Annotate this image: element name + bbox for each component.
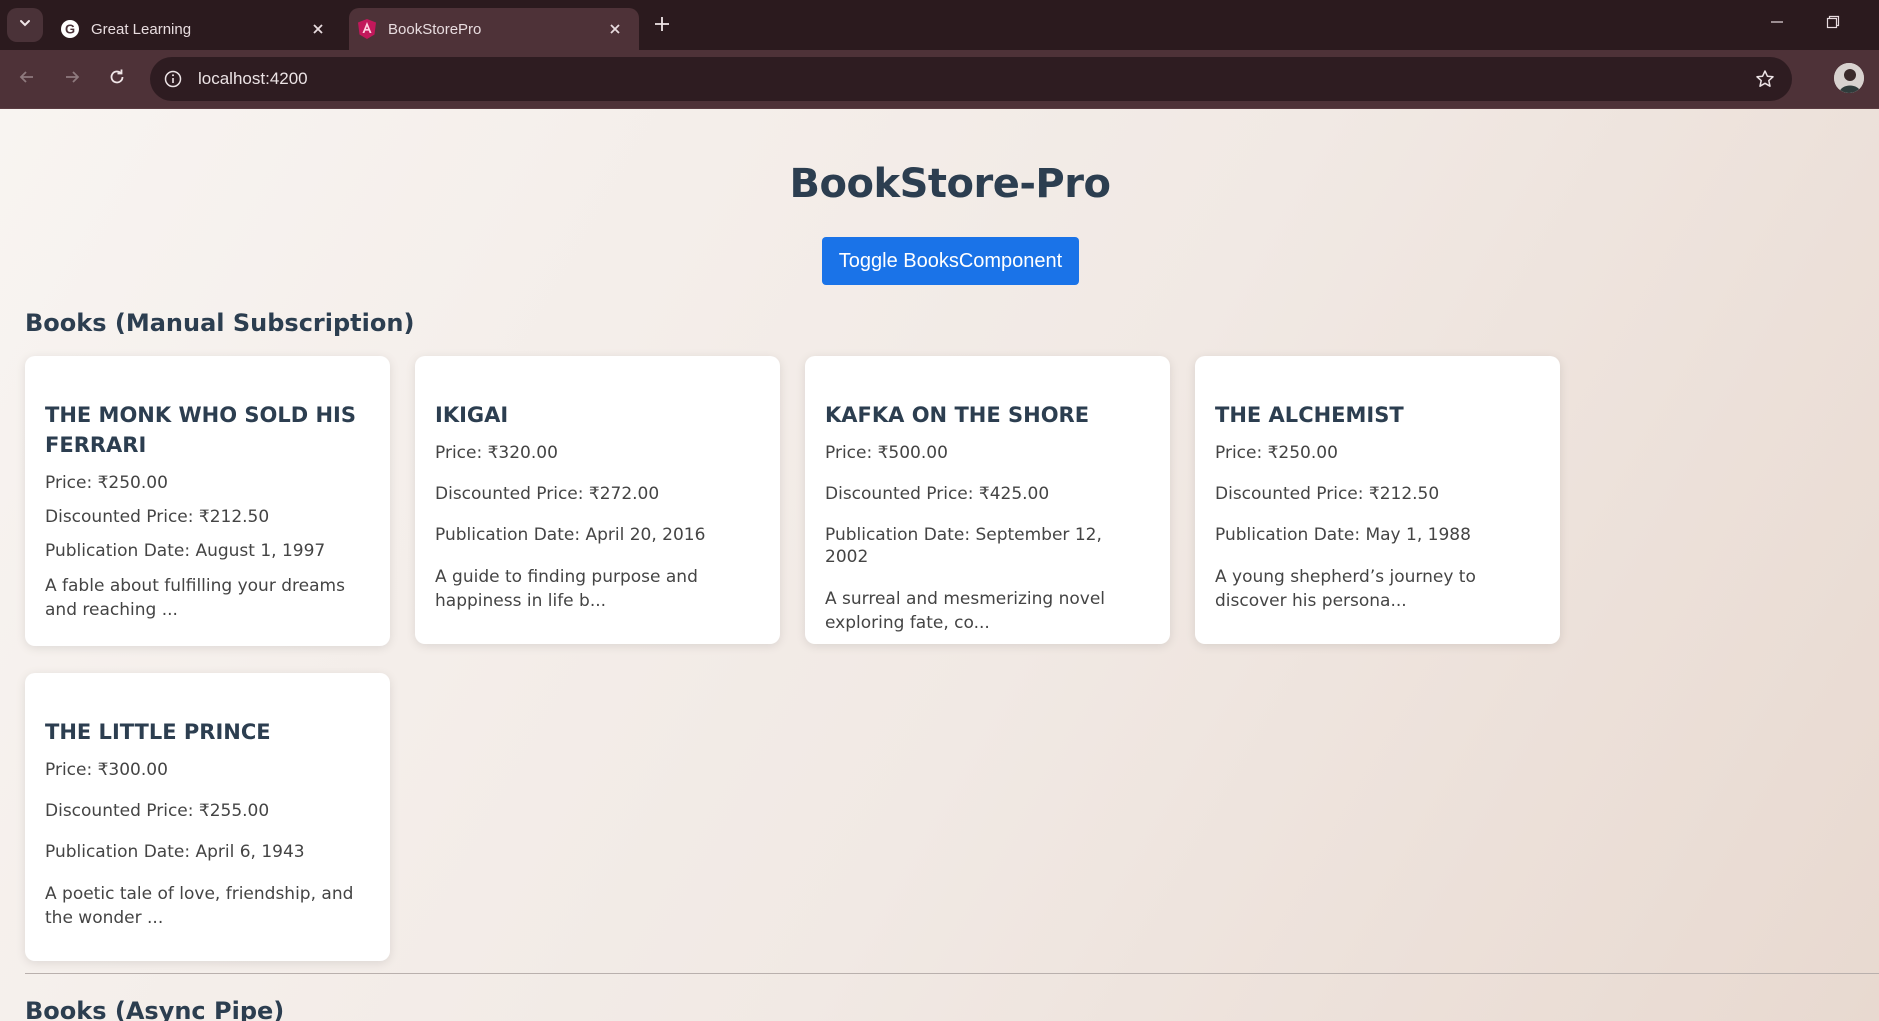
book-card: THE MONK WHO SOLD HIS FERRARI Price: ₹25… <box>25 356 390 646</box>
book-publication-date: Publication Date: August 1, 1997 <box>45 541 326 561</box>
tab-title: Great Learning <box>91 20 192 38</box>
tab-title: BookStorePro <box>388 20 482 38</box>
book-price: Price: ₹320.00 <box>435 443 558 463</box>
section-divider <box>25 973 1879 974</box>
book-title: KAFKA ON THE SHORE <box>825 403 1090 427</box>
book-title: THE LITTLE PRINCE <box>45 720 271 744</box>
book-discounted-price: Discounted Price: ₹425.00 <box>825 484 1050 504</box>
book-publication-date: Publication Date: April 6, 1943 <box>45 842 305 862</box>
book-discounted-price: Discounted Price: ₹212.50 <box>1215 484 1440 504</box>
book-price: Price: ₹300.00 <box>45 760 168 780</box>
book-card: THE ALCHEMIST Price: ₹250.00 Discounted … <box>1195 356 1560 644</box>
book-title: IKIGAI <box>435 403 509 427</box>
page-title: BookStore-Pro <box>789 161 1111 207</box>
minimize-icon <box>1770 15 1784 34</box>
restore-icon <box>1826 15 1840 34</box>
book-title: THE MONK WHO SOLD HIS FERRARI <box>45 403 356 457</box>
forward-button[interactable] <box>55 62 89 96</box>
book-publication-date: Publication Date: September 12, 2002 <box>825 525 1102 567</box>
section-title-async-pipe: Books (Async Pipe) <box>25 997 285 1021</box>
book-description: A poetic tale of love, friendship, and t… <box>45 884 354 928</box>
close-icon[interactable] <box>306 17 330 41</box>
angular-icon <box>357 19 377 39</box>
book-card: IKIGAI Price: ₹320.00 Discounted Price: … <box>415 356 780 644</box>
book-price: Price: ₹250.00 <box>45 473 168 493</box>
book-card: KAFKA ON THE SHORE Price: ₹500.00 Discou… <box>805 356 1170 644</box>
browser-tab-great-learning[interactable]: G Great Learning <box>52 8 342 50</box>
arrow-right-icon <box>63 68 81 91</box>
section-title-manual-subscription: Books (Manual Subscription) <box>25 309 415 337</box>
url-text: localhost:4200 <box>198 69 308 88</box>
address-bar[interactable]: localhost:4200 <box>150 57 1792 101</box>
book-description: A surreal and mesmerizing novel explorin… <box>825 589 1106 633</box>
plus-icon <box>654 16 670 37</box>
new-tab-button[interactable] <box>648 12 676 40</box>
restore-button[interactable] <box>1811 8 1855 40</box>
book-card: THE LITTLE PRINCE Price: ₹300.00 Discoun… <box>25 673 390 961</box>
book-discounted-price: Discounted Price: ₹212.50 <box>45 507 270 527</box>
browser-tabstrip: G Great Learning BookStorePro <box>0 0 1879 50</box>
close-icon[interactable] <box>603 17 627 41</box>
minimize-button[interactable] <box>1755 8 1799 40</box>
page-viewport: BookStore-Pro Toggle BooksComponent Book… <box>0 109 1879 1021</box>
back-button[interactable] <box>10 62 44 96</box>
reload-icon <box>108 68 126 91</box>
book-price: Price: ₹250.00 <box>1215 443 1338 463</box>
profile-avatar[interactable] <box>1834 63 1864 93</box>
bookmark-star-icon[interactable] <box>1750 64 1780 94</box>
book-description: A fable about fulfilling your dreams and… <box>45 576 345 620</box>
book-discounted-price: Discounted Price: ₹272.00 <box>435 484 660 504</box>
chevron-down-icon <box>18 16 32 35</box>
site-info-icon[interactable] <box>162 68 184 90</box>
book-publication-date: Publication Date: May 1, 1988 <box>1215 525 1471 545</box>
book-publication-date: Publication Date: April 20, 2016 <box>435 525 706 545</box>
svg-text:G: G <box>65 22 75 37</box>
google-g-icon: G <box>60 19 80 39</box>
book-description: A guide to finding purpose and happiness… <box>435 567 698 611</box>
book-title: THE ALCHEMIST <box>1215 403 1404 427</box>
book-discounted-price: Discounted Price: ₹255.00 <box>45 801 270 821</box>
tab-search-button[interactable] <box>7 8 43 42</box>
browser-tab-bookstorepro[interactable]: BookStorePro <box>349 8 639 50</box>
browser-toolbar: localhost:4200 <box>0 50 1879 108</box>
book-price: Price: ₹500.00 <box>825 443 948 463</box>
toggle-books-component-button[interactable]: Toggle BooksComponent <box>822 237 1079 285</box>
book-description: A young shepherd’s journey to discover h… <box>1215 567 1476 611</box>
arrow-left-icon <box>18 68 36 91</box>
reload-button[interactable] <box>100 62 134 96</box>
